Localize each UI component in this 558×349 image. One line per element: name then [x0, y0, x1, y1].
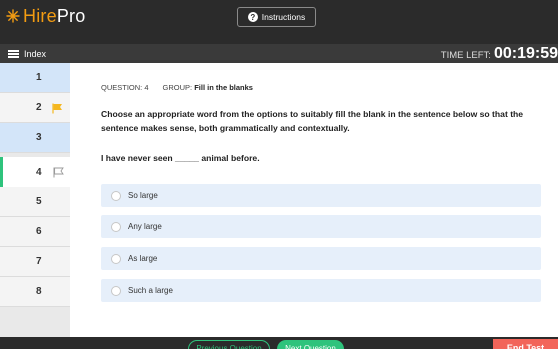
- question-circle-icon: ?: [247, 12, 258, 22]
- question-index-number: 1: [36, 72, 42, 83]
- next-question-button[interactable]: Next Question: [277, 340, 344, 349]
- answer-option-label: As large: [128, 254, 158, 263]
- group-value: Fill in the blanks: [194, 83, 253, 92]
- question-meta: QUESTION: 4 GROUP: Fill in the blanks: [101, 83, 253, 92]
- previous-question-button[interactable]: Previous Question: [188, 340, 270, 349]
- logo-text-prefix: Hire: [23, 5, 57, 26]
- question-prompt: Choose an appropriate word from the opti…: [101, 109, 524, 133]
- radio-button[interactable]: [111, 221, 121, 232]
- logo-text-suffix: Pro: [56, 5, 86, 26]
- question-number: QUESTION: 4: [101, 83, 149, 92]
- question-index-item-8[interactable]: 8: [0, 277, 70, 307]
- index-toggle-button[interactable]: Index: [8, 44, 46, 63]
- question-index-item-3[interactable]: 3: [0, 123, 70, 153]
- question-index-item-5[interactable]: 5: [0, 187, 70, 217]
- logo-star-icon: [6, 9, 20, 23]
- bottom-bar: Previous Question Next Question End Test: [0, 337, 558, 349]
- question-index-item-7[interactable]: 7: [0, 247, 70, 277]
- radio-button[interactable]: [111, 253, 121, 264]
- question-index-number: 8: [36, 286, 42, 297]
- question-index-number: 3: [36, 132, 42, 143]
- answer-option-label: Any large: [128, 222, 162, 231]
- question-sentence: I have never seen _____ animal before.: [101, 153, 260, 163]
- instructions-button[interactable]: ? Instructions: [237, 7, 316, 27]
- question-index-sidebar: 1 2 3 4 5 6 7 8: [0, 63, 70, 337]
- answer-option-4[interactable]: Such a large: [101, 279, 541, 302]
- hamburger-menu-icon: [8, 49, 19, 58]
- answer-option-3[interactable]: As large: [101, 247, 541, 270]
- end-test-button[interactable]: End Test: [493, 339, 558, 349]
- flag-outline-icon: [53, 167, 64, 178]
- answer-option-label: So large: [128, 191, 158, 200]
- radio-button[interactable]: [111, 285, 121, 296]
- flag-filled-icon: [52, 103, 62, 114]
- time-left-display: TIME LEFT: 00:19:59: [441, 44, 558, 63]
- question-index-number: 2: [36, 102, 42, 113]
- time-left-value: 00:19:59: [493, 45, 558, 62]
- question-index-number: 5: [36, 196, 42, 207]
- radio-button[interactable]: [111, 190, 121, 201]
- top-bar-spacer: [0, 32, 558, 44]
- group-label: GROUP:: [162, 83, 193, 92]
- top-bar: HirePro ? Instructions: [0, 0, 558, 32]
- answer-option-label: Such a large: [128, 286, 173, 295]
- question-index-number: 4: [36, 167, 42, 178]
- question-index-item-4[interactable]: 4: [0, 157, 70, 189]
- question-panel: QUESTION: 4 GROUP: Fill in the blanks Cho…: [70, 63, 558, 337]
- question-index-item-6[interactable]: 6: [0, 217, 70, 247]
- logo-text: HirePro: [23, 6, 85, 27]
- question-index-item-1[interactable]: 1: [0, 63, 70, 93]
- question-index-item-2[interactable]: 2: [0, 93, 70, 123]
- instructions-label: Instructions: [261, 12, 306, 22]
- index-label: Index: [24, 48, 47, 59]
- hirepro-logo: HirePro: [6, 5, 85, 27]
- answer-option-2[interactable]: Any large: [101, 215, 541, 238]
- answer-option-1[interactable]: So large: [101, 184, 541, 207]
- question-index-number: 7: [36, 256, 42, 267]
- question-index-number: 6: [36, 226, 42, 237]
